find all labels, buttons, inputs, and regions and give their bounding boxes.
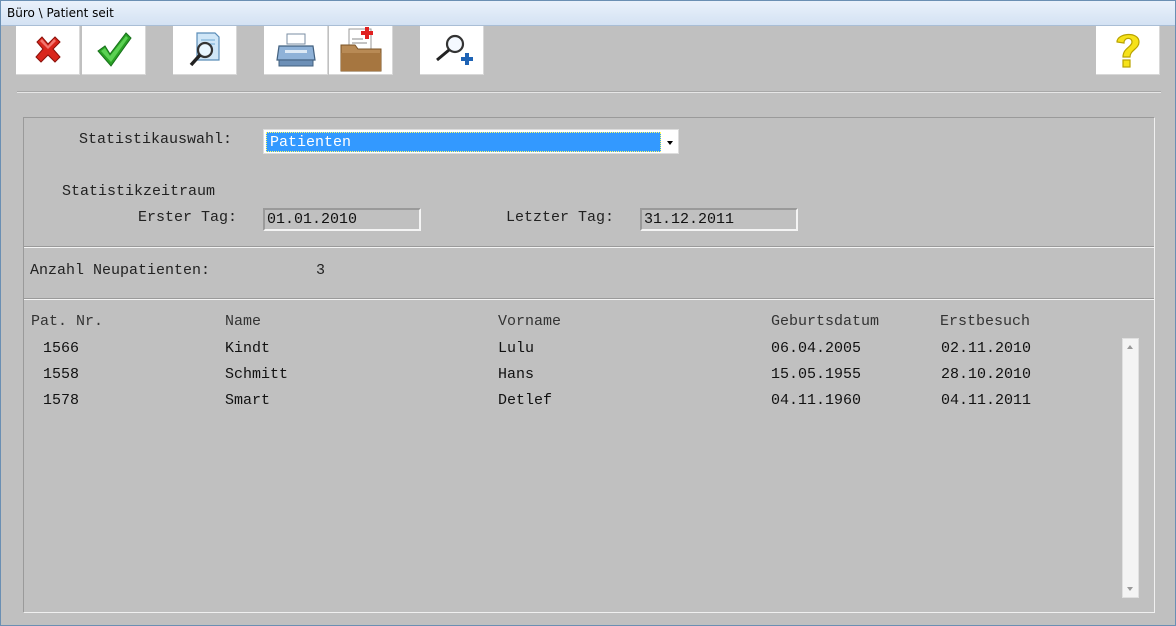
divider	[24, 246, 1154, 248]
new-patients-count-value: 3	[316, 262, 326, 279]
column-header-first-visit[interactable]: Erstbesuch	[940, 313, 1030, 330]
cell-name: Schmitt	[225, 366, 289, 383]
checkmark-icon	[96, 32, 132, 67]
cell-patient-number: 1558	[43, 366, 80, 383]
scroll-up-arrow-icon[interactable]	[1123, 339, 1138, 355]
scroll-down-arrow-icon[interactable]	[1123, 581, 1138, 597]
column-header-birth-date[interactable]: Geburtsdatum	[771, 313, 879, 330]
cell-name: Kindt	[225, 340, 271, 357]
document-search-icon	[189, 32, 220, 67]
divider	[24, 298, 1154, 300]
statistic-value-text: Patienten	[270, 134, 352, 151]
zoom-in-button[interactable]	[420, 26, 484, 75]
medical-folder-icon	[340, 27, 381, 72]
help-button[interactable]	[1096, 26, 1160, 75]
cell-birth-date: 15.05.1955	[771, 366, 862, 383]
patient-file-button[interactable]	[329, 26, 393, 75]
cell-first-visit: 04.11.2011	[941, 392, 1032, 409]
ok-button[interactable]	[82, 26, 146, 75]
print-button[interactable]	[264, 26, 328, 75]
last-day-label: Letzter Tag:	[506, 209, 615, 226]
cancel-button[interactable]	[16, 26, 80, 75]
last-day-field[interactable]	[640, 208, 798, 231]
period-label: Statistikzeitraum	[62, 183, 216, 200]
cell-patient-number: 1578	[43, 392, 80, 409]
cell-name: Smart	[225, 392, 271, 409]
first-day-field[interactable]	[263, 208, 421, 231]
statistic-select[interactable]: Patienten	[263, 129, 679, 154]
chevron-down-icon[interactable]	[662, 130, 678, 153]
cell-first-name: Lulu	[498, 340, 535, 357]
column-header-name[interactable]: Name	[225, 313, 261, 330]
cell-first-visit: 28.10.2010	[941, 366, 1032, 383]
cell-first-name: Hans	[498, 366, 535, 383]
first-day-input[interactable]	[267, 211, 412, 228]
patient-list: Pat. Nr. Name Vorname Geburtsdatum Erstb…	[25, 313, 1125, 609]
table-row[interactable]: 1558 Schmitt Hans 15.05.1955 28.10.2010	[25, 366, 1125, 392]
cell-first-visit: 02.11.2010	[941, 340, 1032, 357]
statistic-label: Statistikauswahl:	[79, 131, 233, 148]
statistic-selected-value[interactable]: Patienten	[266, 132, 661, 152]
zoom-add-icon	[435, 34, 473, 65]
last-day-input[interactable]	[644, 211, 789, 228]
toolbar-separator	[17, 91, 1161, 93]
cell-patient-number: 1566	[43, 340, 80, 357]
cell-birth-date: 04.11.1960	[771, 392, 862, 409]
printer-icon	[275, 33, 316, 67]
close-icon	[34, 36, 61, 63]
column-header-first-name[interactable]: Vorname	[498, 313, 561, 330]
window-title: Büro \ Patient seit	[7, 6, 114, 20]
vertical-scrollbar[interactable]	[1122, 338, 1139, 598]
table-row[interactable]: 1578 Smart Detlef 04.11.1960 04.11.2011	[25, 392, 1125, 418]
cell-first-name: Detlef	[498, 392, 553, 409]
app-window: Büro \ Patient seit Statistikauswahl: Pa…	[0, 0, 1176, 626]
column-header-patient-number[interactable]: Pat. Nr.	[31, 313, 103, 330]
first-day-label: Erster Tag:	[138, 209, 238, 226]
new-patients-count-label: Anzahl Neupatienten:	[30, 262, 211, 279]
cell-birth-date: 06.04.2005	[771, 340, 862, 357]
table-row[interactable]: 1566 Kindt Lulu 06.04.2005 02.11.2010	[25, 340, 1125, 366]
help-icon	[1115, 33, 1140, 68]
preview-button[interactable]	[173, 26, 237, 75]
title-bar: Büro \ Patient seit	[1, 1, 1175, 26]
